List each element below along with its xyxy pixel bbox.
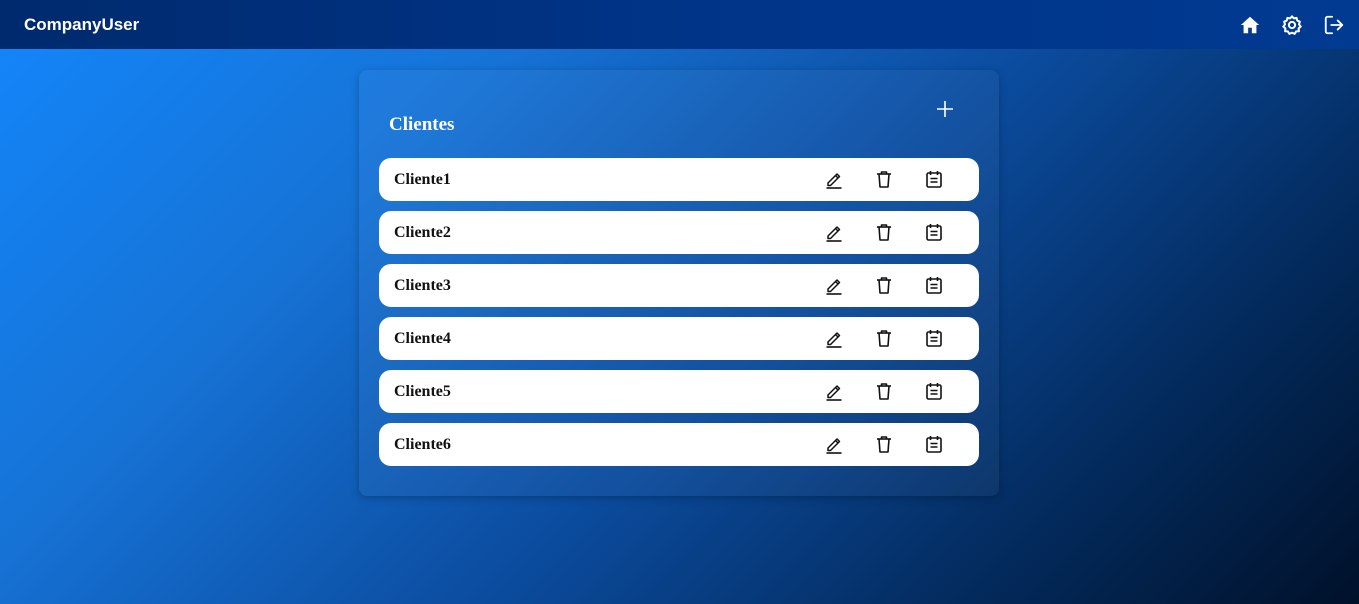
plus-icon (937, 101, 953, 117)
client-row-4[interactable]: Cliente4 (379, 317, 979, 360)
delete-client-button[interactable] (873, 221, 895, 243)
delete-client-button[interactable] (873, 380, 895, 402)
notes-icon (926, 277, 942, 294)
notes-icon (926, 224, 942, 241)
client-name: Cliente5 (394, 383, 451, 400)
edit-icon (826, 173, 842, 189)
edit-icon (826, 332, 842, 348)
logout-icon[interactable] (1323, 14, 1345, 36)
delete-client-button[interactable] (873, 433, 895, 455)
client-notes-button[interactable] (923, 168, 945, 190)
notes-icon (926, 330, 942, 347)
client-row-3[interactable]: Cliente3 (379, 264, 979, 307)
edit-client-button[interactable] (823, 327, 845, 349)
settings-icon[interactable] (1281, 14, 1303, 36)
trash-icon (877, 330, 891, 347)
client-notes-button[interactable] (923, 327, 945, 349)
add-client-button[interactable] (933, 97, 957, 121)
clients-list: Cliente1 Cliente2 Cliente3 Cliente4 Clie… (379, 158, 979, 476)
edit-icon (826, 438, 842, 454)
edit-client-button[interactable] (823, 274, 845, 296)
client-row-5[interactable]: Cliente5 (379, 370, 979, 413)
notes-icon (926, 436, 942, 453)
client-name: Cliente3 (394, 277, 451, 294)
delete-client-button[interactable] (873, 168, 895, 190)
edit-client-button[interactable] (823, 380, 845, 402)
edit-client-button[interactable] (823, 168, 845, 190)
edit-icon (826, 279, 842, 295)
client-name: Cliente4 (394, 330, 451, 347)
client-name: Cliente2 (394, 224, 451, 241)
client-row-2[interactable]: Cliente2 (379, 211, 979, 254)
client-row-1[interactable]: Cliente1 (379, 158, 979, 201)
client-row-6[interactable]: Cliente6 (379, 423, 979, 466)
app-brand[interactable]: CompanyUser (24, 15, 139, 35)
edit-icon (826, 226, 842, 242)
client-name: Cliente1 (394, 171, 451, 188)
delete-client-button[interactable] (873, 274, 895, 296)
notes-icon (926, 171, 942, 188)
home-icon[interactable] (1239, 14, 1261, 36)
panel-title: Clientes (389, 114, 455, 135)
client-notes-button[interactable] (923, 274, 945, 296)
client-notes-button[interactable] (923, 221, 945, 243)
top-bar: CompanyUser (0, 0, 1359, 49)
notes-icon (926, 383, 942, 400)
trash-icon (877, 277, 891, 294)
trash-icon (877, 224, 891, 241)
trash-icon (877, 383, 891, 400)
edit-client-button[interactable] (823, 221, 845, 243)
client-notes-button[interactable] (923, 433, 945, 455)
nav-icons (1239, 14, 1345, 36)
edit-icon (826, 385, 842, 401)
trash-icon (877, 171, 891, 188)
client-notes-button[interactable] (923, 380, 945, 402)
trash-icon (877, 436, 891, 453)
clients-panel: Clientes Cliente1 Cliente2 Cliente3 Clie… (359, 70, 999, 496)
delete-client-button[interactable] (873, 327, 895, 349)
edit-client-button[interactable] (823, 433, 845, 455)
client-name: Cliente6 (394, 436, 451, 453)
